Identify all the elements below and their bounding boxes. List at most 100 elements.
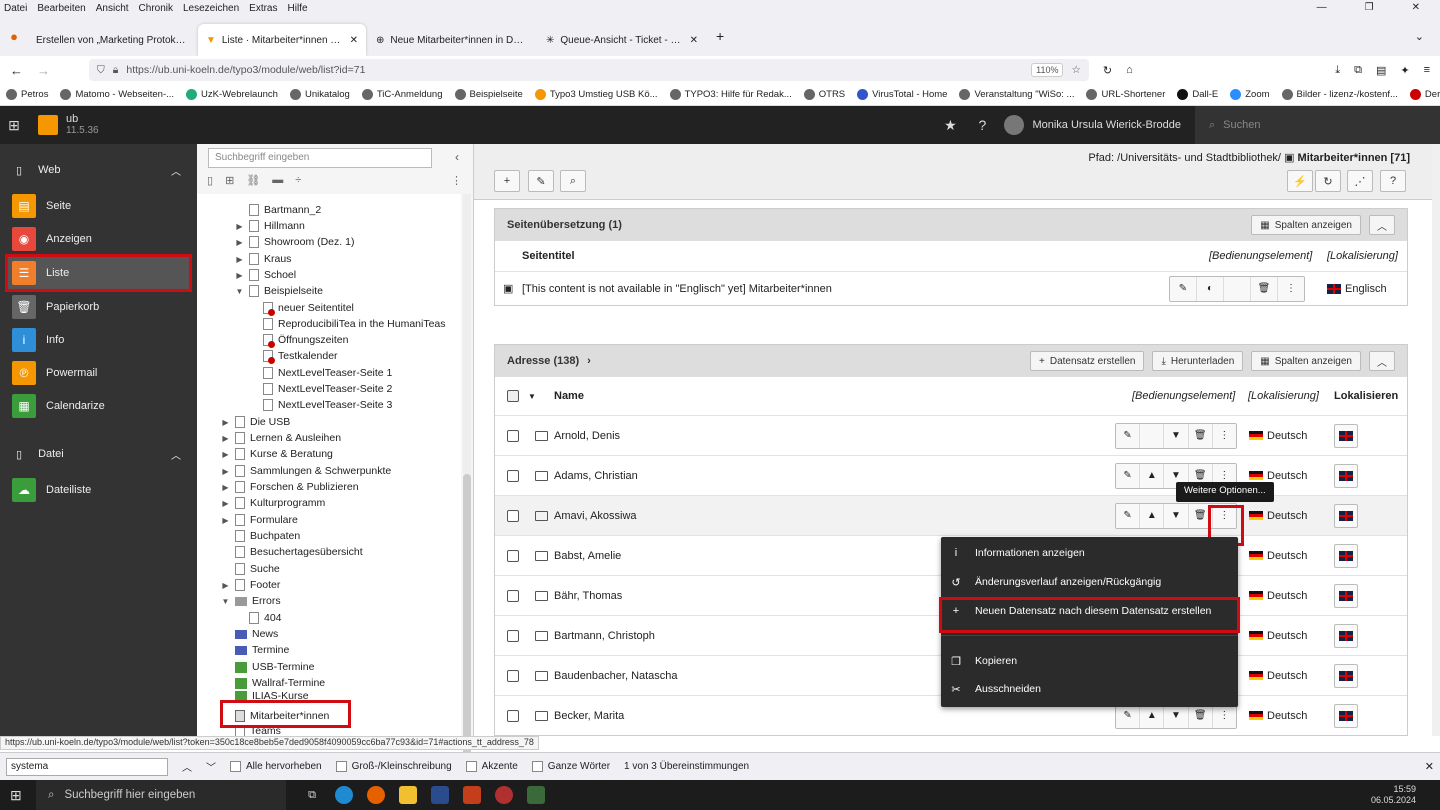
bookmark[interactable]: URL-Shortener — [1086, 89, 1165, 100]
edit-icon[interactable]: ✎ — [1170, 276, 1197, 301]
edit-icon[interactable]: ✎ — [1116, 503, 1141, 528]
create-record-button[interactable]: + Datensatz erstellen — [1030, 351, 1145, 371]
option-match-case[interactable]: Groß-/Kleinschreibung — [335, 761, 452, 772]
bookmark[interactable]: Petros — [6, 89, 48, 100]
localize-button[interactable] — [1334, 543, 1358, 568]
find-input[interactable]: systema — [6, 757, 168, 776]
reload-icon[interactable]: ↻ — [64, 62, 75, 78]
tree-node[interactable]: Öffnungszeiten — [249, 332, 348, 348]
bookmark[interactable]: VirusTotal - Home — [857, 89, 947, 100]
move-down-icon[interactable]: ▼ — [1164, 503, 1189, 528]
menu-bearbeiten[interactable]: Bearbeiten — [37, 3, 85, 14]
tree-node[interactable]: NextLevelTeaser-Seite 3 — [249, 397, 392, 413]
move-up-icon[interactable]: ▲ — [1140, 703, 1165, 728]
tree-node[interactable]: ▶ Formulare — [221, 512, 298, 528]
help-icon[interactable]: ? — [966, 117, 998, 133]
module-info[interactable]: i Info — [0, 324, 197, 356]
move-down-icon[interactable]: ▼ — [1164, 703, 1189, 728]
delete-icon[interactable]: 🗑︎ — [1251, 276, 1278, 301]
maximize-icon[interactable]: ❐ — [1365, 2, 1374, 13]
edit-page-button[interactable]: ✎ — [528, 170, 554, 192]
content-scrollbar[interactable] — [1432, 144, 1440, 736]
module-seite[interactable]: ▤ Seite — [0, 190, 197, 222]
tree-node[interactable]: ▶ Die USB — [221, 414, 290, 430]
tab-marketing-protokoll[interactable]: Erstellen von „Marketing Protokoll (Dez.… — [28, 24, 196, 56]
bookmark[interactable]: Der Fernzugriff von ZB... — [1409, 89, 1440, 100]
localize-button[interactable] — [1334, 503, 1358, 528]
lock-icon[interactable]: 🔒︎ — [113, 64, 119, 77]
module-powermail[interactable]: ℗ Powermail — [0, 357, 197, 389]
expand-icon[interactable]: ▶ — [221, 483, 230, 492]
zoom-level[interactable]: 110% — [1031, 63, 1064, 77]
more-icon[interactable]: ⋮ — [451, 174, 462, 192]
menu-datei[interactable]: Datei — [4, 3, 27, 14]
windows-start-icon[interactable]: ⊞ — [10, 787, 22, 804]
row-checkbox[interactable] — [507, 429, 519, 442]
find-next-icon[interactable]: ﹀ — [206, 759, 216, 774]
tree-node[interactable]: Suche — [221, 561, 280, 577]
app-menu-icon[interactable]: ≡ — [1424, 64, 1430, 76]
move-down-icon[interactable]: ▼ — [1164, 423, 1189, 448]
forward-icon[interactable]: → — [37, 63, 50, 78]
tree-node[interactable]: ▶ Hillmann — [235, 218, 305, 234]
expand-icon[interactable]: ▶ — [221, 581, 230, 590]
bookmark[interactable]: OTRS — [803, 89, 845, 100]
localize-button[interactable] — [1334, 623, 1358, 648]
show-columns-button[interactable]: ▦ Spalten anzeigen — [1251, 351, 1361, 371]
row-checkbox[interactable] — [507, 509, 519, 522]
share-button[interactable]: ⋰ — [1347, 170, 1373, 192]
edge-icon[interactable] — [328, 780, 360, 810]
row-checkbox[interactable] — [507, 469, 519, 482]
menu-item-history[interactable]: ↺ Änderungsverlauf anzeigen/Rückgängig — [941, 570, 1238, 594]
expand-icon[interactable]: ▶ — [235, 255, 244, 264]
folder-icon[interactable]: ▬ — [272, 174, 283, 192]
bookmark[interactable]: Zoom — [1230, 89, 1270, 100]
tab-otrs-queue[interactable]: ✳Queue-Ansicht - Ticket - OTRS 6✕ — [538, 24, 706, 56]
back-icon[interactable]: ← — [10, 63, 23, 78]
delete-icon[interactable]: 🗑︎ — [1189, 703, 1213, 728]
url-bar[interactable]: ⛉ 🔒︎ https://ub.uni-koeln.de/typo3/modul… — [88, 59, 1089, 81]
tree-node[interactable]: ▶ Kurse & Beratung — [221, 446, 333, 462]
bookmark[interactable]: TYPO3: Hilfe für Redak... — [669, 89, 792, 100]
tree-node[interactable]: Termine — [221, 642, 289, 658]
extensions-icon[interactable]: ⧉ — [1354, 64, 1362, 77]
typo3-brand[interactable]: ub 11.5.36 — [28, 113, 99, 137]
firefox-taskbar-icon[interactable] — [360, 780, 392, 810]
module-group-web[interactable]: ▯ Web ︿ — [0, 158, 197, 182]
tree-node[interactable]: USB-Termine — [221, 659, 314, 675]
expand-icon[interactable]: ▶ — [221, 434, 230, 443]
show-columns-button[interactable]: ▦ Spalten anzeigen — [1251, 215, 1361, 235]
localize-button[interactable] — [1334, 663, 1358, 688]
tree-node[interactable]: ▶ Kulturprogramm — [221, 495, 325, 511]
tree-node[interactable]: ▶ Showroom (Dez. 1) — [235, 234, 354, 250]
module-group-datei[interactable]: ▯ Datei ︿ — [0, 442, 197, 466]
tree-node[interactable]: Besuchertagesübersicht — [221, 544, 363, 560]
menu-chronik[interactable]: Chronik — [139, 3, 173, 14]
chevron-right-icon[interactable]: › — [587, 355, 591, 367]
tree-node[interactable]: ▶ Lernen & Ausleihen — [221, 430, 341, 446]
expand-icon[interactable]: ▶ — [221, 467, 230, 476]
row-checkbox[interactable] — [507, 629, 519, 642]
link-page-icon[interactable]: ⛓ — [246, 174, 260, 192]
expand-icon[interactable]: ▶ — [221, 418, 230, 427]
delete-icon[interactable]: 🗑︎ — [1189, 423, 1213, 448]
new-sysfolder-icon[interactable]: ⊞ — [225, 174, 234, 192]
close-tab-icon[interactable]: ✕ — [350, 35, 358, 46]
user-menu[interactable]: Monika Ursula Wierick-Brodde — [998, 115, 1195, 135]
close-findbar-icon[interactable]: ✕ — [1425, 760, 1434, 773]
tree-node[interactable]: neuer Seitentitel — [249, 300, 354, 316]
bookmark[interactable]: TiC-Anmeldung — [361, 89, 443, 100]
app-icon[interactable] — [424, 780, 456, 810]
expand-icon[interactable]: ▶ — [221, 516, 230, 525]
module-liste[interactable]: ☰ Liste — [5, 254, 192, 292]
more-icon[interactable]: ⋮ — [1278, 277, 1304, 301]
reload-page-icon[interactable]: ↻ — [1103, 64, 1112, 77]
menu-hilfe[interactable]: Hilfe — [288, 3, 308, 14]
explorer-icon[interactable] — [392, 780, 424, 810]
tree-node[interactable]: Wallraf-Termine — [221, 675, 325, 691]
bookmarks-star-icon[interactable]: ★ — [934, 117, 966, 134]
localize-button[interactable] — [1334, 423, 1358, 448]
tree-node[interactable]: 404 — [235, 610, 282, 626]
more-icon[interactable]: ⋮ — [1213, 704, 1236, 728]
row-checkbox[interactable] — [507, 549, 519, 562]
